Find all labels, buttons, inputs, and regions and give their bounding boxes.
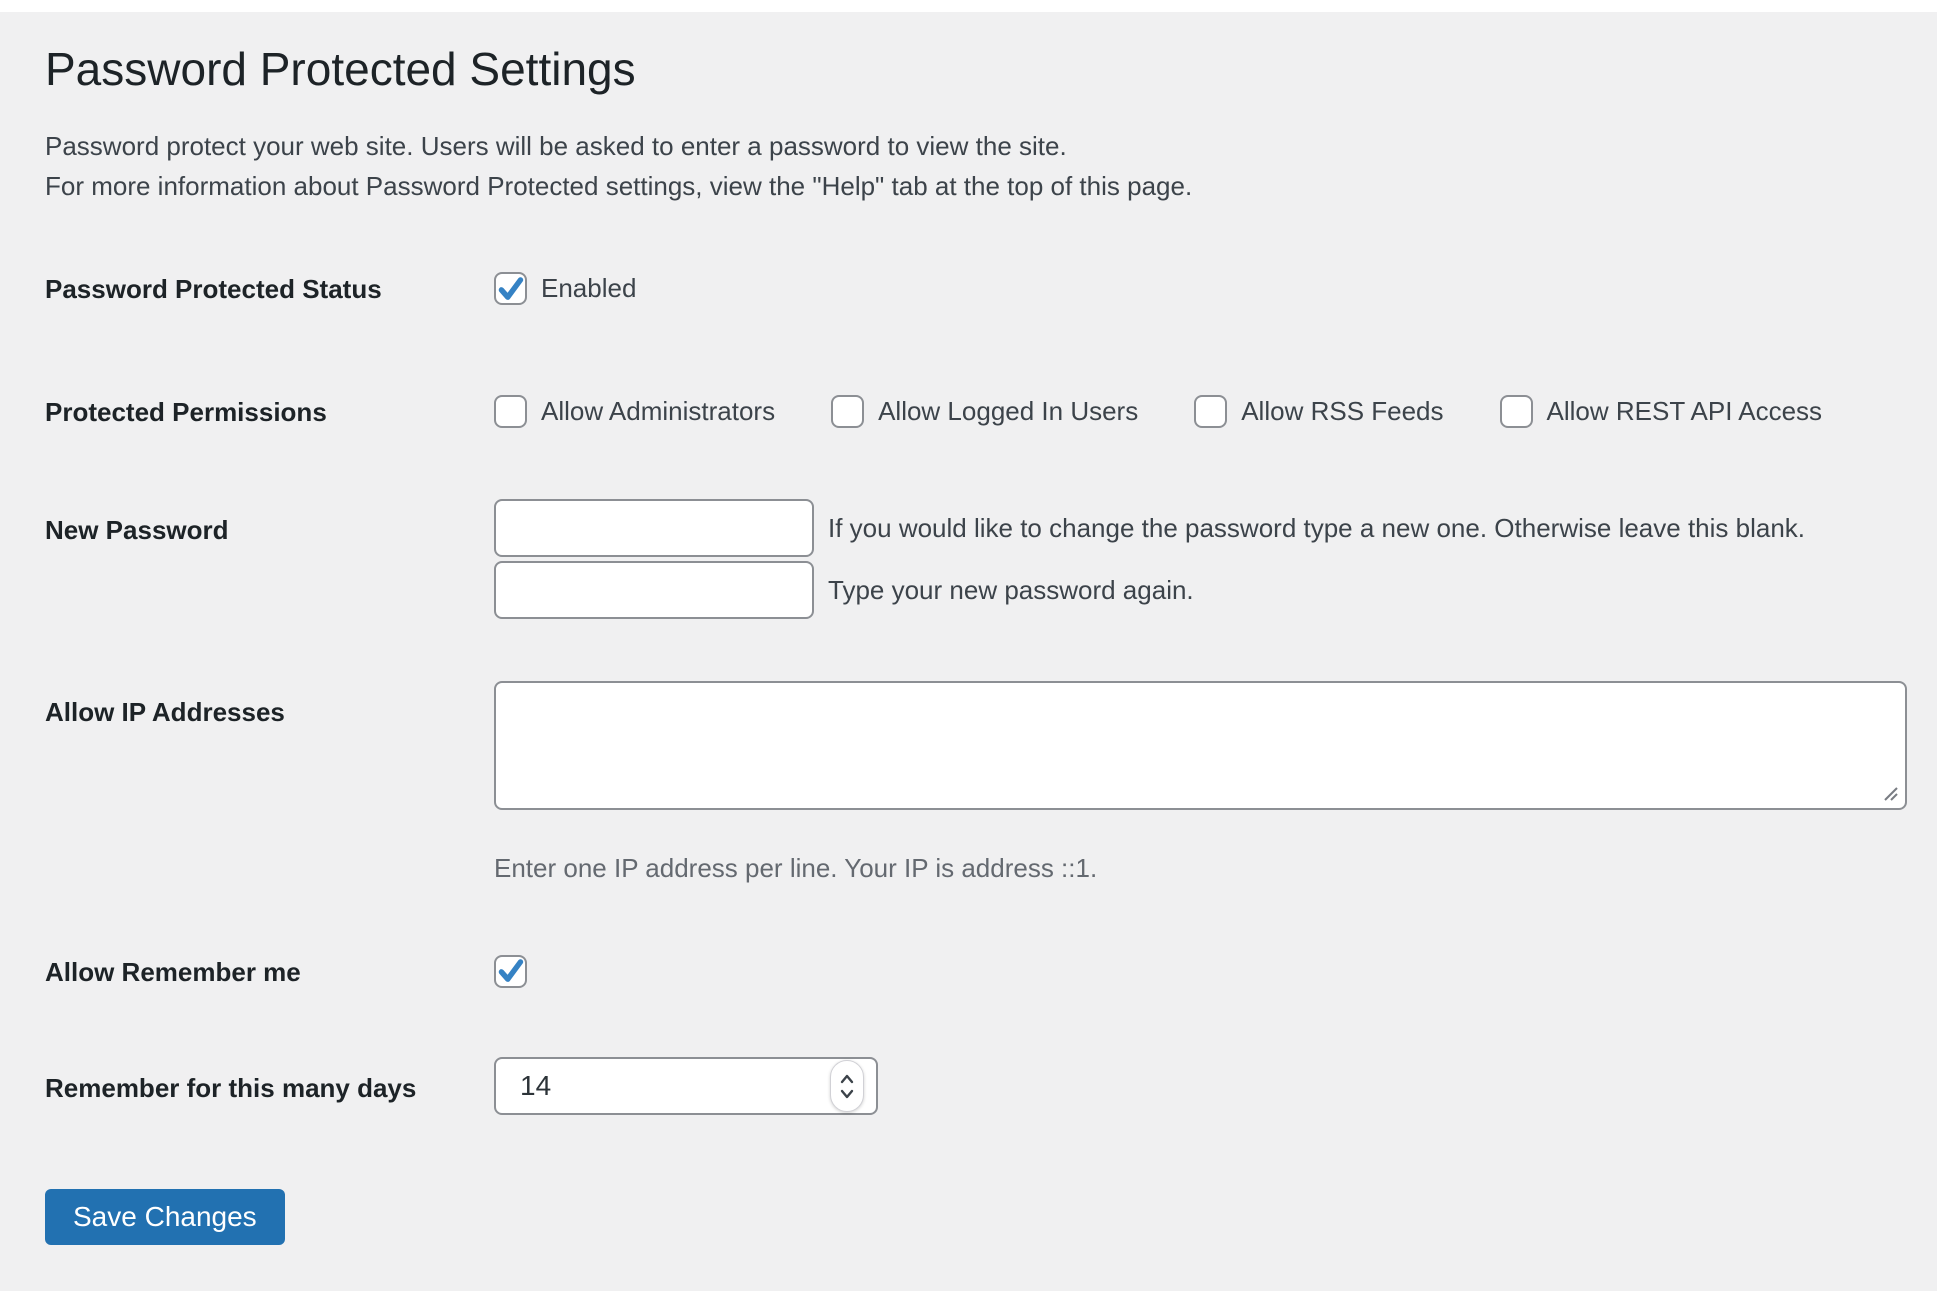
new-password-label: New Password [45,514,229,545]
enabled-checkbox-option[interactable]: Enabled [494,272,636,305]
status-label: Password Protected Status [45,274,382,304]
permissions-label: Protected Permissions [45,396,327,427]
remember-me-checkbox-option[interactable] [494,954,527,988]
allow-logged-in-users-checkbox-option[interactable]: Allow Logged In Users [831,394,1139,428]
row-protected-permissions: Protected Permissions Allow Administrato… [45,394,1907,429]
confirm-password-desc: Type your new password again. [828,574,1194,605]
enabled-checkbox-label: Enabled [541,273,637,303]
allow-rest-api-access-label: Allow REST API Access [1546,395,1823,426]
chevron-up-icon[interactable] [839,1074,855,1084]
top-edge-strip [0,0,1937,12]
allow-rss-feeds-label: Allow RSS Feeds [1241,395,1444,426]
ip-textarea-wrapper [494,680,1907,810]
row-remember-days: Remember for this many days [45,1057,1907,1115]
new-password-field: If you would like to change the password… [494,498,1907,619]
allow-ip-label: Allow IP Addresses [45,696,285,727]
allow-rss-feeds-checkbox-option[interactable]: Allow RSS Feeds [1194,394,1444,428]
resize-grip-icon[interactable] [1881,784,1900,803]
row-allow-ip-addresses: Allow IP Addresses Enter one IP address … [45,680,1907,885]
intro-line-2: For more information about Password Prot… [45,171,1193,201]
intro-line-1: Password protect your web site. Users wi… [45,131,1067,161]
remember-days-label: Remember for this many days [45,1073,417,1103]
allow-ip-field: Enter one IP address per line. Your IP i… [494,680,1907,885]
enabled-checkbox[interactable] [494,272,527,305]
allow-administrators-label: Allow Administrators [541,395,776,426]
intro-text: Password protect your web site. Users wi… [45,126,1907,206]
allow-rest-api-access-checkbox-option[interactable]: Allow REST API Access [1499,394,1823,428]
settings-page: Password Protected Settings Password pro… [0,42,1937,1115]
confirm-password-input[interactable] [494,560,814,619]
ip-addresses-description: Enter one IP address per line. Your IP i… [494,852,1098,883]
remember-days-input[interactable] [494,1057,878,1115]
remember-days-field [494,1057,1907,1115]
row-password-protected-status: Password Protected Status Enabled [45,272,1907,309]
remember-days-input-wrapper [494,1057,878,1115]
ip-addresses-textarea[interactable] [494,680,1907,810]
new-password-input[interactable] [494,498,814,557]
new-password-desc: If you would like to change the password… [828,512,1806,543]
allow-administrators-checkbox[interactable] [494,394,527,428]
allow-logged-in-users-checkbox[interactable] [831,394,865,428]
row-new-password: New Password If you would like to change… [45,498,1907,619]
allow-administrators-checkbox-option[interactable]: Allow Administrators [494,394,776,428]
number-stepper[interactable] [830,1060,864,1112]
permissions-field: Allow Administrators Allow Logged In Use… [494,394,1907,428]
new-password-subrow-1: If you would like to change the password… [494,498,1907,557]
allow-logged-in-users-label: Allow Logged In Users [878,395,1139,426]
status-field: Enabled [494,272,1907,309]
remember-me-field [494,954,1907,992]
save-changes-button[interactable]: Save Changes [45,1189,285,1245]
remember-me-checkbox[interactable] [494,954,527,988]
remember-me-label: Allow Remember me [45,956,301,987]
new-password-subrow-2: Type your new password again. [494,560,1907,619]
check-icon [498,959,524,982]
allow-rss-feeds-checkbox[interactable] [1194,394,1228,428]
check-icon [498,276,524,300]
allow-rest-api-access-checkbox[interactable] [1499,394,1533,428]
row-allow-remember-me: Allow Remember me [45,954,1907,992]
chevron-down-icon[interactable] [839,1089,855,1099]
page-title: Password Protected Settings [45,43,636,95]
